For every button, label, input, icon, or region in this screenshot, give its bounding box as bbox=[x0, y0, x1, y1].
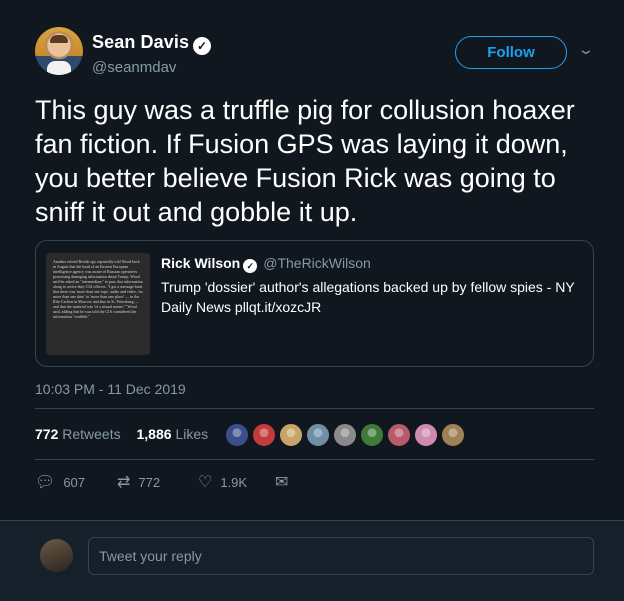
quoted-text: Trump 'dossier' author's allegations bac… bbox=[161, 279, 575, 315]
follow-button[interactable]: Follow bbox=[455, 36, 567, 69]
reply-input[interactable] bbox=[88, 537, 594, 575]
divider bbox=[35, 459, 594, 460]
reply-bar bbox=[0, 520, 624, 601]
message-action[interactable]: ✉ bbox=[275, 472, 296, 492]
author-handle[interactable]: @seanmdav bbox=[92, 59, 176, 76]
retweet-action[interactable]: ⇄ 772 bbox=[117, 472, 160, 492]
quoted-tweet[interactable]: Another retired British spy reportedly t… bbox=[35, 240, 594, 367]
liker-avatar[interactable] bbox=[278, 422, 304, 448]
reply-count: 607 bbox=[63, 474, 86, 490]
quoted-author-name: Rick Wilson bbox=[161, 255, 241, 271]
like-action[interactable]: ♡ 1.9K bbox=[198, 472, 247, 492]
quoted-author: Rick Wilson ✓ @TheRickWilson bbox=[161, 255, 371, 273]
verified-icon: ✓ bbox=[193, 37, 212, 55]
tweet-header: Sean Davis ✓ @seanmdav Follow ⌄ bbox=[35, 27, 605, 79]
retweets-count: 772 bbox=[35, 426, 59, 442]
tweet-timestamp[interactable]: 10:03 PM - 11 Dec 2019 bbox=[35, 381, 186, 397]
liker-avatar[interactable] bbox=[251, 422, 277, 448]
liker-avatar[interactable] bbox=[413, 422, 439, 448]
likes-count: 1,886 bbox=[136, 426, 172, 442]
thumbnail-text: Another retired British spy reportedly t… bbox=[53, 259, 143, 319]
quoted-thumbnail: Another retired British spy reportedly t… bbox=[46, 253, 150, 355]
liker-avatar[interactable] bbox=[440, 422, 466, 448]
divider bbox=[35, 408, 594, 409]
liker-avatar[interactable] bbox=[359, 422, 385, 448]
liker-avatar[interactable] bbox=[386, 422, 412, 448]
envelope-icon: ✉ bbox=[275, 474, 289, 491]
reply-icon: 💬︎ bbox=[35, 474, 56, 491]
author-name-text: Sean Davis bbox=[92, 32, 190, 52]
retweets-label: Retweets bbox=[62, 426, 121, 442]
avatar-shirt bbox=[47, 61, 71, 75]
author-avatar[interactable] bbox=[35, 27, 83, 75]
quoted-author-handle: @TheRickWilson bbox=[263, 255, 371, 271]
likes-label: Likes bbox=[175, 426, 209, 442]
reply-action[interactable]: 💬︎ 607 bbox=[35, 472, 85, 492]
chevron-down-icon[interactable]: ⌄ bbox=[577, 41, 595, 58]
current-user-avatar[interactable] bbox=[40, 539, 73, 572]
quoted-verified-icon: ✓ bbox=[243, 259, 258, 273]
liker-avatar[interactable] bbox=[224, 422, 250, 448]
retweets-stat[interactable]: 772 Retweets bbox=[35, 426, 127, 442]
heart-icon: ♡ bbox=[198, 474, 213, 491]
like-count: 1.9K bbox=[220, 474, 248, 490]
author-name[interactable]: Sean Davis ✓ bbox=[92, 32, 212, 55]
retweet-icon: ⇄ bbox=[117, 474, 131, 491]
liker-avatar[interactable] bbox=[332, 422, 358, 448]
avatar-hair bbox=[50, 35, 68, 43]
liker-avatar[interactable] bbox=[305, 422, 331, 448]
likes-stat[interactable]: 1,886 Likes bbox=[137, 426, 215, 442]
tweet-text: This guy was a truffle pig for collusion… bbox=[35, 95, 575, 227]
tweet-stats: 772 Retweets 1,886 Likes bbox=[35, 426, 220, 442]
retweet-count: 772 bbox=[138, 474, 161, 490]
